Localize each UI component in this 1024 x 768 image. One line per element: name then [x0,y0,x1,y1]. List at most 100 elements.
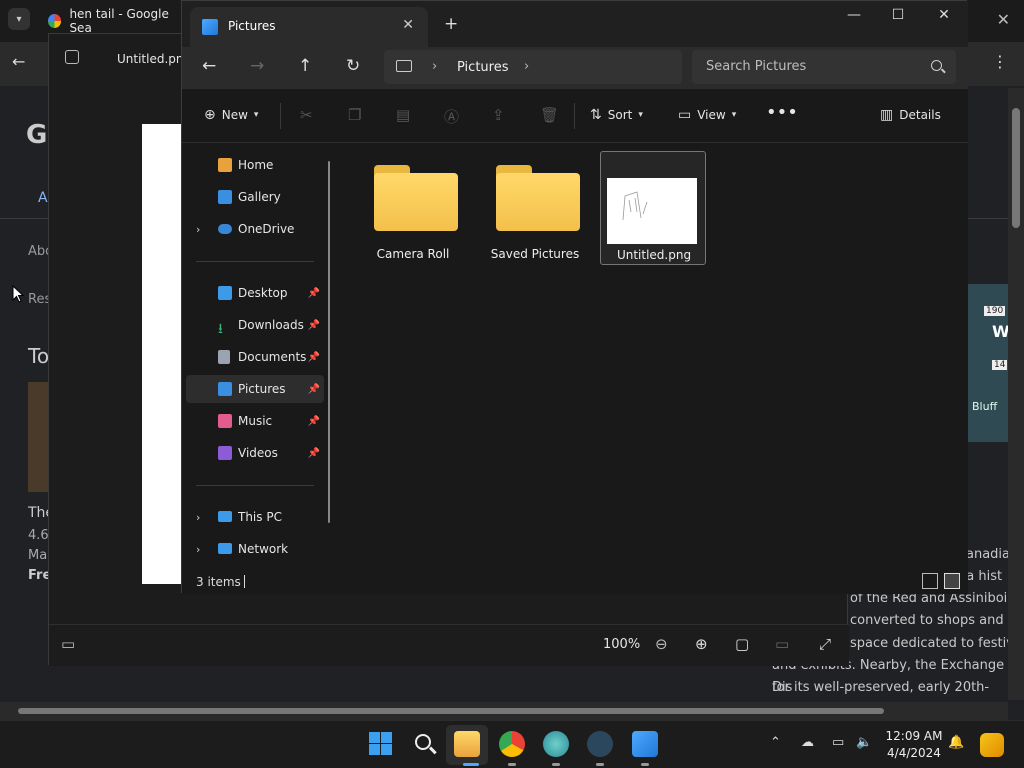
photos-app-icon [65,50,79,64]
explorer-tab[interactable]: Pictures ✕ [190,7,428,47]
tab-close-icon[interactable]: ✕ [402,17,414,33]
view-button[interactable]: ▭ View ▾ [678,107,736,123]
chevron-right-icon[interactable]: › [196,511,200,524]
address-bar[interactable]: › Pictures › [384,50,682,84]
search-box[interactable] [692,50,956,84]
bg-text: anadia [966,547,1011,562]
tab-label: Pictures [228,19,276,33]
cut-icon[interactable]: ✂ [300,106,313,124]
tab-search-dropdown-icon[interactable]: ▾ [8,8,30,30]
sidebar-item-this-pc[interactable]: › This PC [186,503,324,531]
sidebar-item-label: Gallery [238,190,281,204]
vertical-scrollbar[interactable] [1008,88,1024,700]
image-canvas[interactable] [142,124,184,584]
photos-taskbar-icon[interactable] [632,731,658,757]
delete-icon[interactable]: 🗑 [540,106,559,124]
google-icon [48,14,62,28]
pin-icon[interactable]: 📌 [308,416,320,427]
copy-icon[interactable]: ❐ [348,106,361,124]
clock-time: 12:09 AM [885,729,943,743]
bg-text: space dedicated to festiv [850,636,1014,651]
sidebar-item-music[interactable]: Music 📌 [186,407,324,435]
sidebar-scrollbar[interactable] [328,161,330,523]
details-button[interactable]: ▥ Details [880,107,941,123]
bg-text: converted to shops and r [850,613,1014,628]
chevron-right-icon[interactable]: › [196,543,200,556]
chevron-up-icon[interactable]: ⌃ [770,735,781,750]
pin-icon[interactable]: 📌 [308,320,320,331]
pin-icon[interactable]: 📌 [308,448,320,459]
chevron-right-icon[interactable]: › [196,223,200,236]
pin-icon[interactable]: 📌 [308,352,320,363]
sidebar-item-onedrive[interactable]: › OneDrive [186,215,324,243]
large-icons-view-icon[interactable] [944,573,960,589]
more-options-icon[interactable]: ••• [766,102,798,123]
chevron-right-icon[interactable]: › [524,59,529,74]
maximize-icon[interactable]: ☐ [888,7,908,23]
details-view-icon[interactable] [922,573,938,589]
pin-icon[interactable]: 📌 [308,384,320,395]
chevron-right-icon[interactable]: › [432,59,437,74]
sidebar-item-videos[interactable]: Videos 📌 [186,439,324,467]
file-item-camera-roll[interactable]: Camera Roll [360,151,466,265]
forward-icon[interactable]: → [250,56,264,76]
close-icon[interactable]: ✕ [934,7,954,23]
map-label: 14 [992,360,1008,370]
sidebar-item-gallery[interactable]: Gallery [186,183,324,211]
sort-icon: ⇅ [590,107,602,123]
taskbar-search-icon[interactable] [412,731,438,757]
steam-taskbar-icon[interactable] [587,731,613,757]
chrome-menu-icon[interactable]: ⋮ [992,52,1008,71]
pin-icon[interactable]: 📌 [308,288,320,299]
refresh-icon[interactable]: ↻ [346,56,360,76]
new-button[interactable]: ⊕ New ▾ [204,107,258,123]
divider [280,103,281,129]
sidebar-item-desktop[interactable]: Desktop 📌 [186,279,324,307]
sidebar-item-downloads[interactable]: ⭳ Downloads 📌 [186,311,324,339]
scroll-thumb[interactable] [1012,108,1020,228]
clock[interactable]: 12:09 AM 4/4/2024 [876,728,952,762]
chrome-tab[interactable]: hen tail - Google Sea [40,6,190,36]
paint-taskbar-icon[interactable] [543,731,569,757]
new-tab-icon[interactable]: + [444,14,458,34]
sidebar-item-pictures[interactable]: Pictures 📌 [186,375,324,403]
bg-text: 4.6 [28,528,49,543]
search-icon[interactable] [931,60,942,71]
actual-size-icon[interactable]: ▭ [775,635,789,653]
zoom-out-icon[interactable]: ⊖ [655,635,668,653]
horizontal-scrollbar[interactable] [0,702,1008,720]
network-status-icon[interactable]: ▭ [832,735,844,750]
fit-window-icon[interactable]: ▢ [735,635,749,653]
share-icon[interactable]: ⇪ [492,106,505,124]
file-item-untitled-png[interactable]: Untitled.png [600,151,706,265]
search-input[interactable] [706,59,916,74]
paste-icon[interactable]: ▤ [396,106,410,124]
filmstrip-icon[interactable]: ▭ [61,635,75,653]
running-indicator [641,763,649,766]
file-explorer-taskbar-icon[interactable] [454,731,480,757]
volume-icon[interactable]: 🔈 [856,735,872,750]
minimize-icon[interactable]: — [844,7,864,23]
onedrive-offline-icon[interactable]: ☁ [801,735,814,750]
zoom-in-icon[interactable]: ⊕ [695,635,708,653]
bg-text: A [38,190,48,206]
file-item-saved-pictures[interactable]: Saved Pictures [482,151,588,265]
chrome-close-icon[interactable]: ✕ [997,10,1010,29]
up-icon[interactable]: ↑ [298,56,312,76]
start-icon[interactable] [368,731,394,757]
sidebar-item-home[interactable]: Home [186,151,324,179]
text-cursor [244,575,245,588]
copilot-icon[interactable] [980,733,1004,757]
rename-icon[interactable]: Ⓐ [444,106,459,127]
chrome-taskbar-icon[interactable] [499,731,525,757]
sidebar-item-network[interactable]: › Network [186,535,324,563]
fullscreen-icon[interactable]: ⤢ [819,635,831,653]
sort-button[interactable]: ⇅ Sort ▾ [590,107,643,123]
running-indicator [508,763,516,766]
notification-bell-icon[interactable]: 🔔 [948,735,964,750]
back-icon[interactable]: ← [202,56,216,76]
sidebar-item-documents[interactable]: Documents 📌 [186,343,324,371]
scroll-thumb[interactable] [18,708,884,714]
chrome-back-icon[interactable]: ← [12,52,25,71]
address-segment[interactable]: Pictures [457,60,508,75]
